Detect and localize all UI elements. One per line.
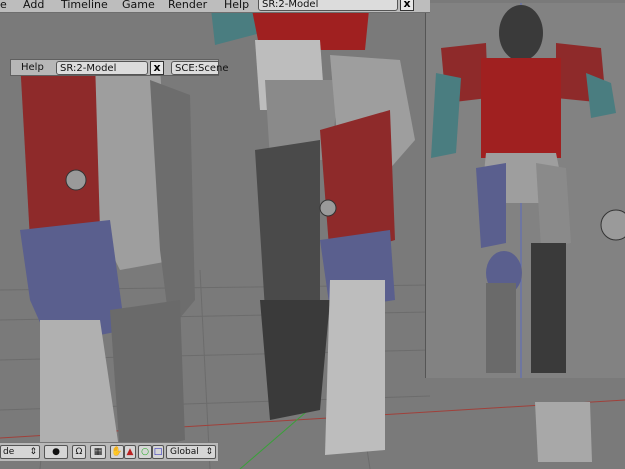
viewport-header-bar: de ⇕ ● Ω ▦ ✋ ▲ ○ □ Global ⇕ xyxy=(0,442,219,461)
subwindow-scene-field[interactable]: SR:2-Model xyxy=(56,61,148,75)
top-menubar: e Add Timeline Game Render Help SR:2-Mod… xyxy=(0,0,430,13)
mode-select-label: de xyxy=(3,447,15,457)
rotate-icon: ○ xyxy=(141,447,149,457)
layer-button[interactable]: ▦ xyxy=(90,445,106,459)
layers-icon: ▦ xyxy=(93,447,103,457)
menu-render[interactable]: Render xyxy=(168,0,207,11)
chevron-updown-icon: ⇕ xyxy=(205,447,213,457)
transform-orientation-select[interactable]: Global ⇕ xyxy=(166,445,216,459)
right-viewport-canvas xyxy=(431,3,625,378)
menu-game[interactable]: Game xyxy=(122,0,155,11)
subwindow-help-menu[interactable]: Help xyxy=(21,62,44,73)
manipulator-hand-button[interactable]: ✋ xyxy=(110,445,124,459)
close-screen-button[interactable]: x xyxy=(400,0,414,11)
right-viewport[interactable] xyxy=(425,3,625,378)
pivot-icon: Ω xyxy=(75,447,83,457)
model-fragment-bottom xyxy=(535,402,592,462)
menu-timeline[interactable]: Timeline xyxy=(61,0,108,11)
pivot-select[interactable]: Ω xyxy=(72,445,86,459)
subwindow-sce-field[interactable]: SCE:Scene xyxy=(171,61,229,75)
scale-icon: □ xyxy=(153,447,163,457)
model-middle-leg xyxy=(210,0,415,455)
draw-type-icon: ● xyxy=(52,447,60,457)
menu-help[interactable]: Help xyxy=(224,0,249,11)
translate-manipulator-button[interactable]: ▲ xyxy=(124,445,136,459)
triangle-icon: ▲ xyxy=(126,447,134,457)
model-left-leg xyxy=(20,60,195,460)
hand-icon: ✋ xyxy=(111,447,123,457)
subwindow-header: Help SR:2-Model x SCE:Scene xyxy=(10,59,229,76)
draw-type-select[interactable]: ● xyxy=(44,445,68,459)
transform-orientation-label: Global xyxy=(170,447,199,457)
chevron-updown-icon: ⇕ xyxy=(29,447,37,457)
rotate-manipulator-button[interactable]: ○ xyxy=(138,445,152,459)
model-full-body xyxy=(431,5,625,373)
menu-add[interactable]: Add xyxy=(23,0,44,11)
subwindow-close-button[interactable]: x xyxy=(150,61,164,75)
menu-file-partial[interactable]: e xyxy=(0,0,7,11)
mode-select[interactable]: de ⇕ xyxy=(0,445,40,459)
scene-screen-field[interactable]: SR:2-Model xyxy=(258,0,398,11)
scale-manipulator-button[interactable]: □ xyxy=(152,445,164,459)
